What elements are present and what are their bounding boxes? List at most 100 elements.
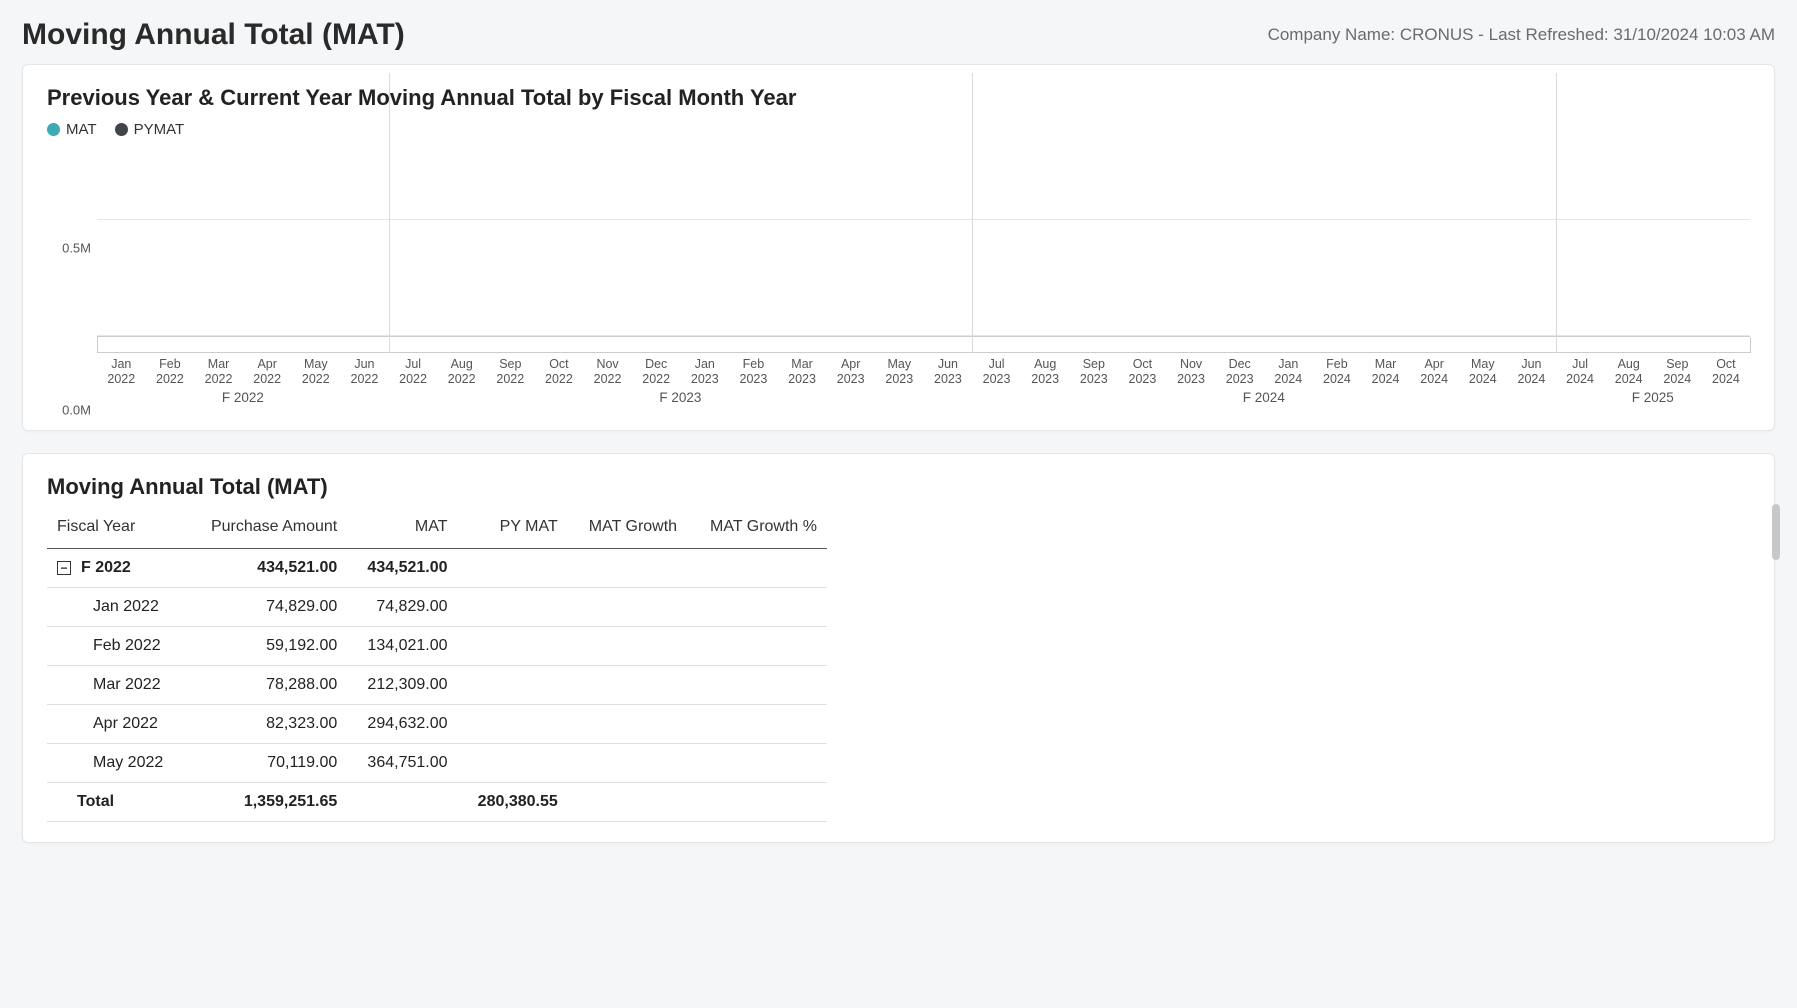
x-tick: Sep 2024 bbox=[1653, 357, 1702, 388]
x-tick: Sep 2023 bbox=[1070, 357, 1119, 388]
table-row[interactable]: May 202270,119.00364,751.00 bbox=[47, 744, 827, 783]
x-tick: Apr 2024 bbox=[1410, 357, 1459, 388]
table-group-row[interactable]: −F 2022 434,521.00434,521.00 bbox=[47, 549, 827, 588]
group-purchase-amount: 434,521.00 bbox=[186, 549, 347, 588]
legend-swatch-mat bbox=[47, 123, 60, 136]
table-card: Moving Annual Total (MAT) Fiscal Year Pu… bbox=[22, 453, 1775, 843]
row-mat: 364,751.00 bbox=[347, 744, 457, 783]
col-fiscal-year[interactable]: Fiscal Year bbox=[47, 510, 186, 549]
x-tick: Dec 2023 bbox=[1215, 357, 1264, 388]
col-mat-growth-pct[interactable]: MAT Growth % bbox=[687, 510, 827, 549]
row-purchase-amount: 78,288.00 bbox=[186, 666, 347, 705]
legend-label-pymat: PYMAT bbox=[134, 121, 185, 138]
x-tick: Feb 2023 bbox=[729, 357, 778, 388]
group-py-mat bbox=[458, 549, 568, 588]
x-tick: May 2023 bbox=[875, 357, 924, 388]
fiscal-year-separators bbox=[97, 337, 1750, 353]
x-tick: May 2024 bbox=[1459, 357, 1508, 388]
chart-x-axis: Jan 2022Feb 2022Mar 2022Apr 2022May 2022… bbox=[97, 357, 1750, 388]
table-header-row: Fiscal Year Purchase Amount MAT PY MAT M… bbox=[47, 510, 827, 549]
chart-plot-wrap: Jan 2022Feb 2022Mar 2022Apr 2022May 2022… bbox=[97, 150, 1750, 410]
row-mat: 212,309.00 bbox=[347, 666, 457, 705]
x-tick: Aug 2022 bbox=[437, 357, 486, 388]
row-purchase-amount: 70,119.00 bbox=[186, 744, 347, 783]
x-tick: Jul 2024 bbox=[1556, 357, 1605, 388]
x-tick: Mar 2022 bbox=[194, 357, 243, 388]
chart-legend: MAT PYMAT bbox=[47, 121, 1750, 138]
table-row[interactable]: Jan 202274,829.0074,829.00 bbox=[47, 588, 827, 627]
x-tick: Jun 2023 bbox=[924, 357, 973, 388]
x-tick: Jun 2024 bbox=[1507, 357, 1556, 388]
total-py-mat: 280,380.55 bbox=[458, 783, 568, 822]
x-tick: Oct 2022 bbox=[535, 357, 584, 388]
legend-item-mat[interactable]: MAT bbox=[47, 121, 97, 138]
col-mat-growth[interactable]: MAT Growth bbox=[568, 510, 687, 549]
page-header: Moving Annual Total (MAT) Company Name: … bbox=[22, 18, 1775, 52]
header-meta: Company Name: CRONUS - Last Refreshed: 3… bbox=[1268, 25, 1775, 45]
fiscal-year-label: F 2025 bbox=[1632, 390, 1674, 405]
fiscal-year-label: F 2023 bbox=[659, 390, 701, 405]
fiscal-year-label: F 2022 bbox=[222, 390, 264, 405]
table-row[interactable]: Mar 202278,288.00212,309.00 bbox=[47, 666, 827, 705]
x-tick: Apr 2022 bbox=[243, 357, 292, 388]
row-purchase-amount: 59,192.00 bbox=[186, 627, 347, 666]
row-mat: 74,829.00 bbox=[347, 588, 457, 627]
x-tick: Aug 2024 bbox=[1604, 357, 1653, 388]
x-tick: Aug 2023 bbox=[1021, 357, 1070, 388]
y-tick: 0.0M bbox=[62, 403, 91, 418]
col-py-mat[interactable]: PY MAT bbox=[458, 510, 568, 549]
row-purchase-amount: 74,829.00 bbox=[186, 588, 347, 627]
mat-table: Fiscal Year Purchase Amount MAT PY MAT M… bbox=[47, 510, 827, 822]
row-mat: 134,021.00 bbox=[347, 627, 457, 666]
total-label: Total bbox=[47, 783, 186, 822]
table-row[interactable]: Apr 202282,323.00294,632.00 bbox=[47, 705, 827, 744]
x-tick: Oct 2024 bbox=[1702, 357, 1751, 388]
y-tick: 0.5M bbox=[62, 240, 91, 255]
chart-card: Previous Year & Current Year Moving Annu… bbox=[22, 64, 1775, 431]
row-label: Apr 2022 bbox=[47, 705, 186, 744]
row-purchase-amount: 82,323.00 bbox=[186, 705, 347, 744]
x-tick: Nov 2022 bbox=[583, 357, 632, 388]
chart-bars bbox=[97, 150, 1750, 336]
x-tick: Feb 2024 bbox=[1313, 357, 1362, 388]
x-tick: Sep 2022 bbox=[486, 357, 535, 388]
table-total-row: Total1,359,251.65 280,380.55 bbox=[47, 783, 827, 822]
row-mat: 294,632.00 bbox=[347, 705, 457, 744]
chart-y-axis: 0.0M0.5M bbox=[47, 150, 97, 410]
x-tick: May 2022 bbox=[292, 357, 341, 388]
x-tick: Oct 2023 bbox=[1118, 357, 1167, 388]
x-tick: Jan 2022 bbox=[97, 357, 146, 388]
x-tick: Jan 2024 bbox=[1264, 357, 1313, 388]
x-tick: Jan 2023 bbox=[681, 357, 730, 388]
chart-area: 0.0M0.5M Jan 2022Feb 2022Mar 2022Apr 202… bbox=[47, 150, 1750, 410]
table-row[interactable]: Feb 202259,192.00134,021.00 bbox=[47, 627, 827, 666]
row-label: May 2022 bbox=[47, 744, 186, 783]
x-tick: Mar 2023 bbox=[778, 357, 827, 388]
row-label: Jan 2022 bbox=[47, 588, 186, 627]
legend-swatch-pymat bbox=[115, 123, 128, 136]
table-title: Moving Annual Total (MAT) bbox=[47, 474, 1744, 500]
collapse-icon[interactable]: − bbox=[57, 561, 71, 575]
col-mat[interactable]: MAT bbox=[347, 510, 457, 549]
x-tick: Jul 2023 bbox=[972, 357, 1021, 388]
row-label: Mar 2022 bbox=[47, 666, 186, 705]
table-scroll: Fiscal Year Purchase Amount MAT PY MAT M… bbox=[47, 510, 1744, 822]
scrollbar-thumb[interactable] bbox=[1772, 504, 1780, 560]
x-tick: Jun 2022 bbox=[340, 357, 389, 388]
x-tick: Dec 2022 bbox=[632, 357, 681, 388]
x-tick: Nov 2023 bbox=[1167, 357, 1216, 388]
page-title: Moving Annual Total (MAT) bbox=[22, 18, 405, 52]
row-label: Feb 2022 bbox=[47, 627, 186, 666]
total-purchase-amount: 1,359,251.65 bbox=[186, 783, 347, 822]
legend-label-mat: MAT bbox=[66, 121, 97, 138]
fiscal-year-label: F 2024 bbox=[1243, 390, 1285, 405]
x-tick: Apr 2023 bbox=[826, 357, 875, 388]
group-label: F 2022 bbox=[81, 559, 131, 577]
fiscal-year-labels: F 2022 F 2023 F 2024 F 2025 bbox=[97, 390, 1750, 410]
x-tick: Jul 2022 bbox=[389, 357, 438, 388]
col-purchase-amount[interactable]: Purchase Amount bbox=[186, 510, 347, 549]
chart-plot[interactable] bbox=[97, 150, 1750, 337]
chart-title: Previous Year & Current Year Moving Annu… bbox=[47, 85, 1750, 111]
legend-item-pymat[interactable]: PYMAT bbox=[115, 121, 185, 138]
group-mat: 434,521.00 bbox=[347, 549, 457, 588]
